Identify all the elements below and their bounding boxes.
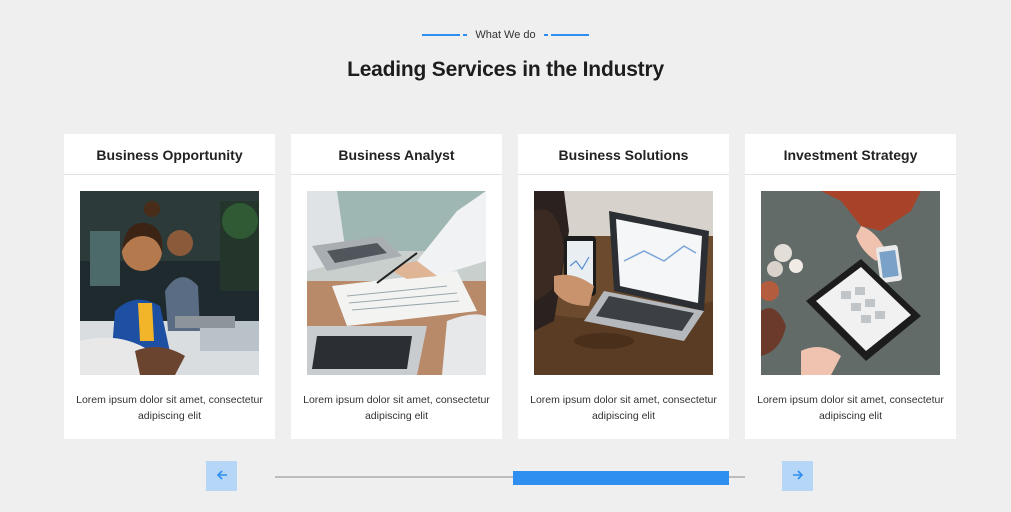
card-description: Lorem ipsum dolor sit amet, consectetur … bbox=[303, 394, 490, 422]
slider-prev-button[interactable] bbox=[206, 461, 237, 491]
card-description: Lorem ipsum dolor sit amet, consectetur … bbox=[76, 394, 263, 422]
card-title: Business Solutions bbox=[518, 134, 729, 175]
slider-next-button[interactable] bbox=[782, 461, 813, 491]
eyebrow-label: What We do bbox=[475, 29, 536, 41]
arrow-left-icon bbox=[216, 468, 228, 484]
service-card-business-opportunity[interactable]: Business Opportunity Lorem ipsum dolor s… bbox=[64, 134, 275, 439]
card-image-tablet-phone bbox=[761, 191, 940, 375]
eyebrow-decoration-left bbox=[422, 34, 468, 36]
card-image-laptop-phone bbox=[534, 191, 713, 375]
section-title: Leading Services in the Industry bbox=[347, 58, 664, 81]
card-description: Lorem ipsum dolor sit amet, consectetur … bbox=[757, 394, 944, 422]
card-description: Lorem ipsum dolor sit amet, consectetur … bbox=[530, 394, 717, 422]
section-eyebrow: What We do bbox=[0, 29, 1011, 41]
service-card-business-analyst[interactable]: Business Analyst Lorem ipsum dolor sit a… bbox=[291, 134, 502, 439]
eyebrow-decoration-right bbox=[543, 34, 589, 36]
arrow-right-icon bbox=[792, 468, 804, 484]
service-card-business-solutions[interactable]: Business Solutions Lorem ipsum dolor sit… bbox=[518, 134, 729, 439]
card-image-office-team bbox=[80, 191, 259, 375]
card-title: Business Opportunity bbox=[64, 134, 275, 175]
card-title: Investment Strategy bbox=[745, 134, 956, 175]
service-card-investment-strategy[interactable]: Investment Strategy Lorem ipsum dolor si… bbox=[745, 134, 956, 439]
slider-progress-thumb[interactable] bbox=[513, 471, 729, 485]
card-image-analyst-desk bbox=[307, 191, 486, 375]
card-title: Business Analyst bbox=[291, 134, 502, 175]
service-cards: Business Opportunity Lorem ipsum dolor s… bbox=[64, 134, 956, 439]
